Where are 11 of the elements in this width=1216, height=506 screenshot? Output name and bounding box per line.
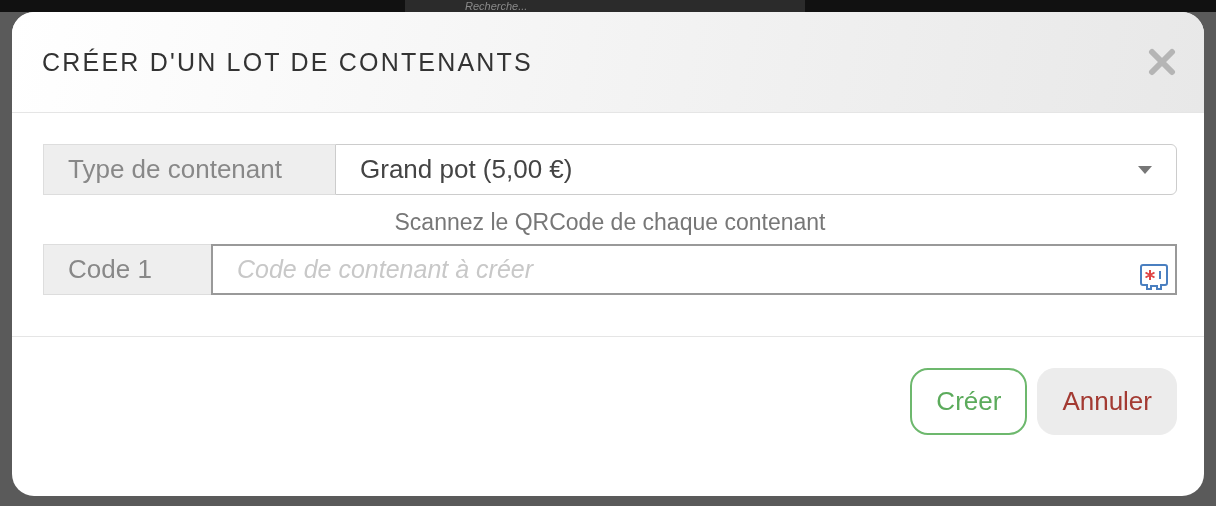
search-field[interactable]: Recherche... [405,0,805,12]
dialog-title: CRÉER D'UN LOT DE CONTENANTS [42,47,533,77]
asterisk-icon [1139,263,1169,292]
caret-icon [1138,165,1152,174]
cancel-button[interactable]: Annuler [1037,368,1177,435]
create-button[interactable]: Créer [910,368,1028,435]
hint-text: Scannez le QRCode de chaque contenant [393,209,827,237]
close-icon[interactable] [1148,48,1176,76]
container-type-select[interactable]: Grand pot (5,00 €) [335,144,1177,196]
field-label: Type de contenant [43,144,335,196]
field-label: Code 1 [43,244,211,295]
